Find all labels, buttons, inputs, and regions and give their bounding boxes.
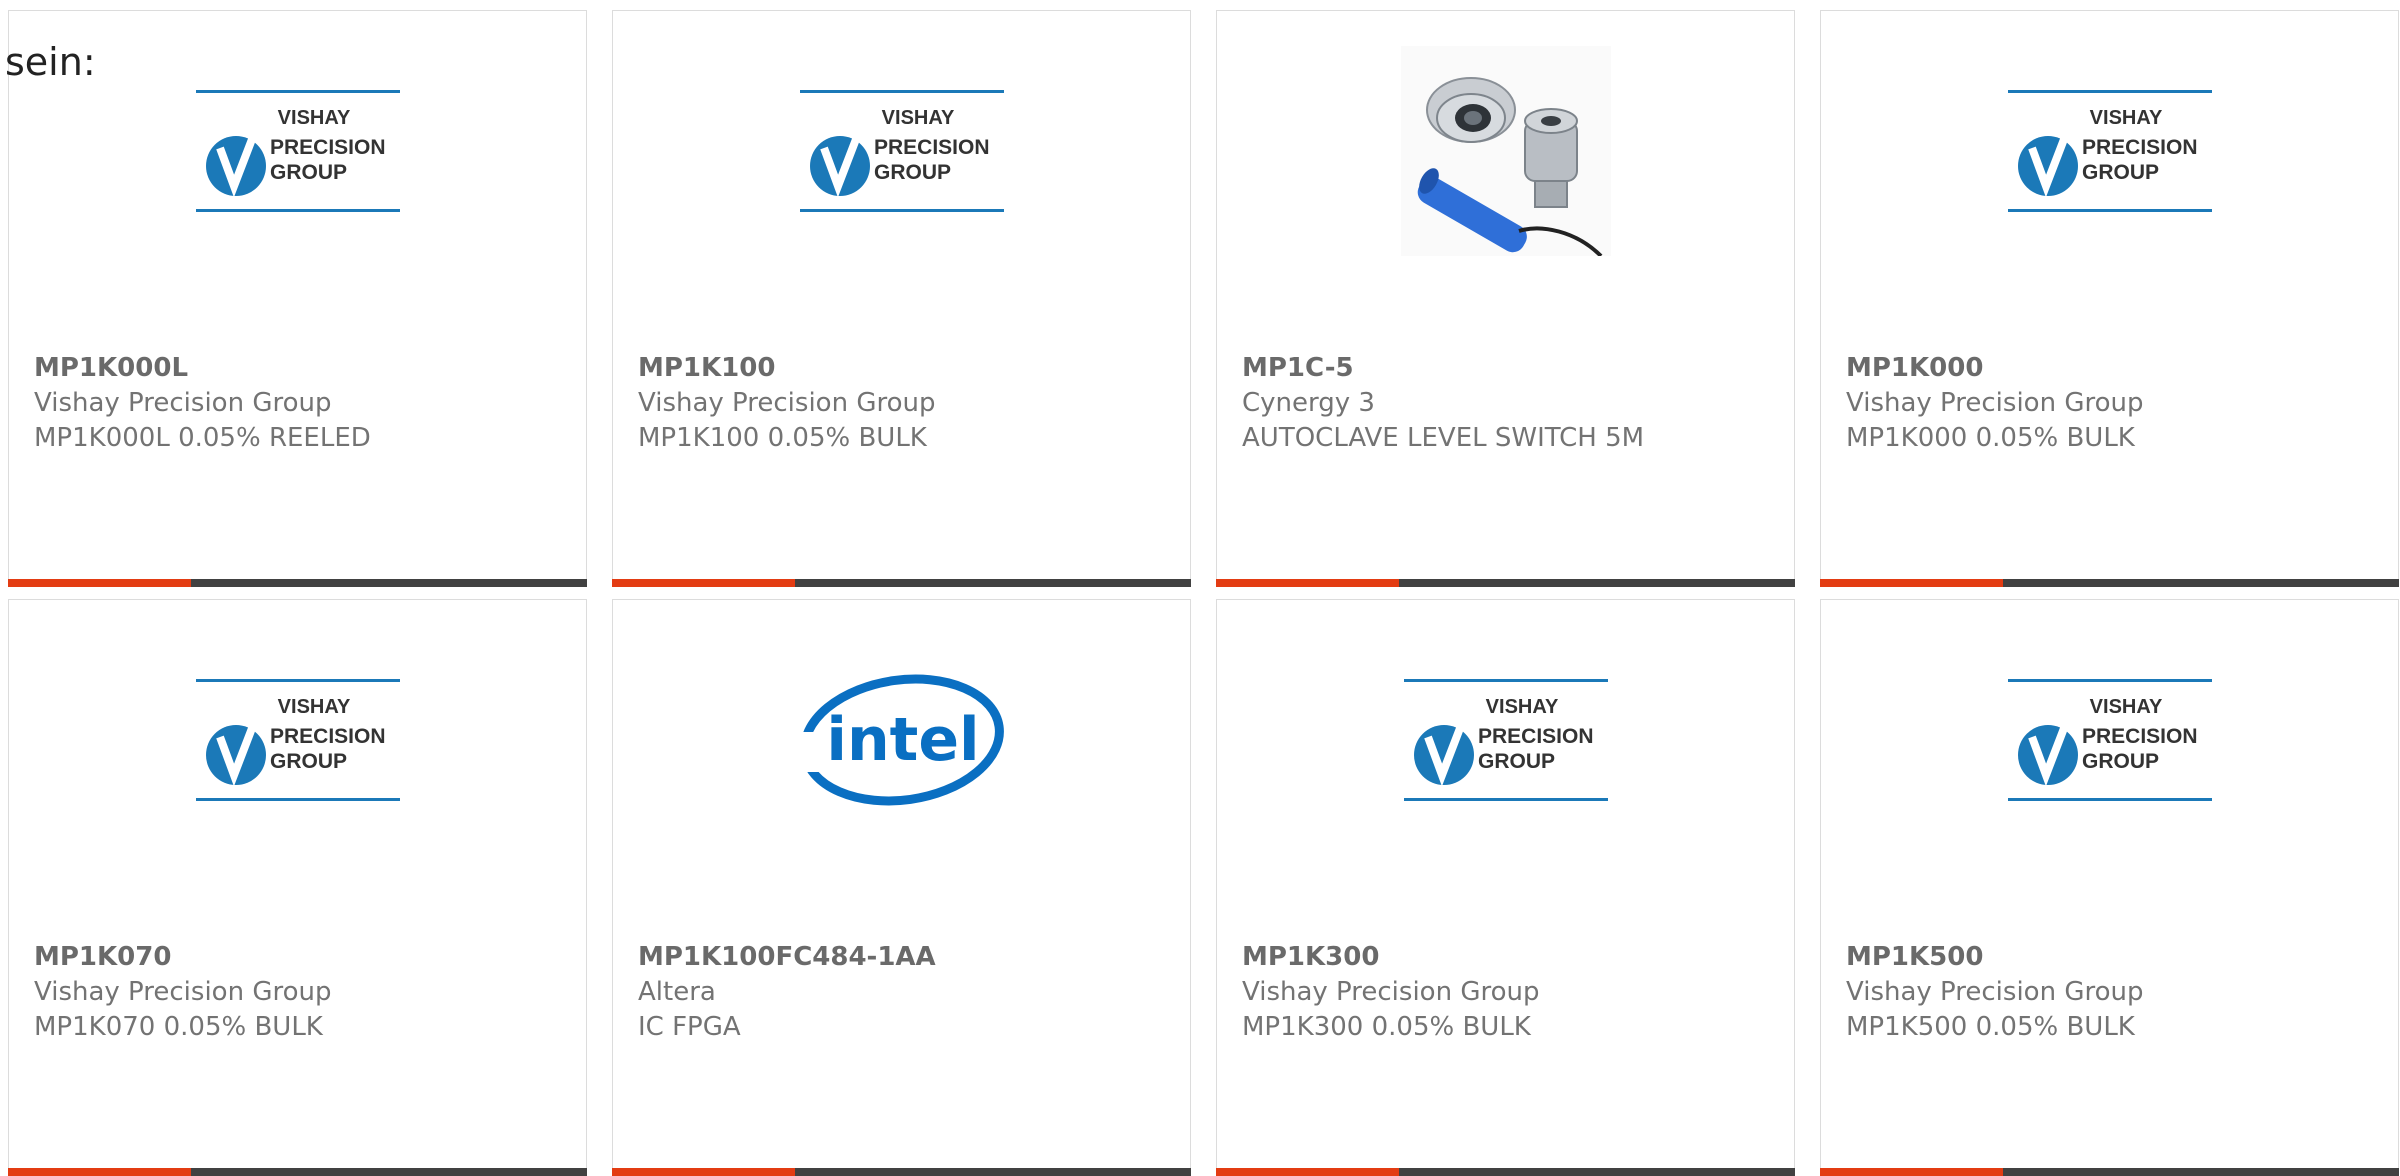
svg-text:GROUP: GROUP [270,750,347,773]
description: MP1K500 0.05% BULK [1846,1012,2135,1042]
manufacturer: Altera [638,977,716,1007]
part-number[interactable]: MP1K100FC484-1AA [638,940,936,975]
card-bottom-bar [612,1168,1191,1176]
svg-text:intel: intel [826,705,979,775]
description: AUTOCLAVE LEVEL SWITCH 5M [1242,423,1645,453]
vishay-logo: VISHAY PRECISION GROUP [1821,665,2398,815]
card-bottom-bar [1820,1168,2399,1176]
product-card[interactable]: VISHAY PRECISION GROUP MP1K000L Vishay P… [8,10,587,587]
manufacturer: Vishay Precision Group [638,388,936,418]
description: MP1K070 0.05% BULK [34,1012,323,1042]
svg-text:PRECISION: PRECISION [1478,725,1594,748]
svg-text:PRECISION: PRECISION [2082,725,2198,748]
svg-text:PRECISION: PRECISION [270,136,386,159]
product-card[interactable]: intel MP1K100FC484-1AA Altera IC FPGA [612,599,1191,1176]
svg-text:PRECISION: PRECISION [874,136,990,159]
svg-text:VISHAY: VISHAY [2089,696,2162,718]
svg-text:PRECISION: PRECISION [270,725,386,748]
card-accent [1820,579,2003,587]
svg-text:PRECISION: PRECISION [2082,136,2198,159]
product-card[interactable]: VISHAY PRECISION GROUP MP1K100 Vishay Pr… [612,10,1191,587]
card-bottom-bar [1820,579,2399,587]
product-card[interactable]: VISHAY PRECISION GROUP MP1K000 Vishay Pr… [1820,10,2399,587]
part-number[interactable]: MP1K100 [638,351,935,386]
svg-text:GROUP: GROUP [270,161,347,184]
description: IC FPGA [638,1012,741,1042]
manufacturer: Cynergy 3 [1242,388,1375,418]
vishay-logo: VISHAY PRECISION GROUP [9,665,586,815]
intel-logo: intel [613,665,1190,815]
manufacturer: Vishay Precision Group [34,388,332,418]
card-accent [612,579,795,587]
svg-text:VISHAY: VISHAY [277,696,350,718]
vishay-logo: VISHAY PRECISION GROUP [1217,665,1794,815]
manufacturer: Vishay Precision Group [1846,388,2144,418]
product-card[interactable]: VISHAY PRECISION GROUP MP1K300 Vishay Pr… [1216,599,1795,1176]
description: MP1K100 0.05% BULK [638,423,927,453]
product-card[interactable]: MP1C-5 Cynergy 3 AUTOCLAVE LEVEL SWITCH … [1216,10,1795,587]
level-switch-photo [1217,46,1794,256]
svg-text:VISHAY: VISHAY [1485,696,1558,718]
svg-text:VISHAY: VISHAY [2089,107,2162,129]
description: MP1K300 0.05% BULK [1242,1012,1531,1042]
card-bottom-bar [1216,1168,1795,1176]
part-number[interactable]: MP1K300 [1242,940,1539,975]
product-card[interactable]: VISHAY PRECISION GROUP MP1K500 Vishay Pr… [1820,599,2399,1176]
card-accent [8,1168,191,1176]
manufacturer: Vishay Precision Group [34,977,332,1007]
svg-text:GROUP: GROUP [2082,161,2159,184]
card-bottom-bar [1216,579,1795,587]
manufacturer: Vishay Precision Group [1846,977,2144,1007]
part-number[interactable]: MP1K000L [34,351,371,386]
product-card[interactable]: VISHAY PRECISION GROUP MP1K070 Vishay Pr… [8,599,587,1176]
svg-text:VISHAY: VISHAY [881,107,954,129]
vishay-logo: VISHAY PRECISION GROUP [9,76,586,226]
svg-text:VISHAY: VISHAY [277,107,350,129]
svg-text:GROUP: GROUP [2082,750,2159,773]
svg-text:GROUP: GROUP [874,161,951,184]
card-bottom-bar [8,1168,587,1176]
card-accent [8,579,191,587]
card-bottom-bar [612,579,1191,587]
vishay-logo: VISHAY PRECISION GROUP [1821,76,2398,226]
intro-text: sein: [5,40,96,84]
part-number[interactable]: MP1K000 [1846,351,2143,386]
card-accent [1216,579,1399,587]
card-bottom-bar [8,579,587,587]
manufacturer: Vishay Precision Group [1242,977,1540,1007]
card-accent [1216,1168,1399,1176]
svg-text:GROUP: GROUP [1478,750,1555,773]
card-accent [612,1168,795,1176]
part-number[interactable]: MP1K070 [34,940,331,975]
part-number[interactable]: MP1C-5 [1242,351,1644,386]
vishay-logo: VISHAY PRECISION GROUP [613,76,1190,226]
description: MP1K000L 0.05% REELED [34,423,371,453]
card-accent [1820,1168,2003,1176]
product-grid: VISHAY PRECISION GROUP MP1K000L Vishay P… [8,10,2399,1176]
description: MP1K000 0.05% BULK [1846,423,2135,453]
part-number[interactable]: MP1K500 [1846,940,2143,975]
